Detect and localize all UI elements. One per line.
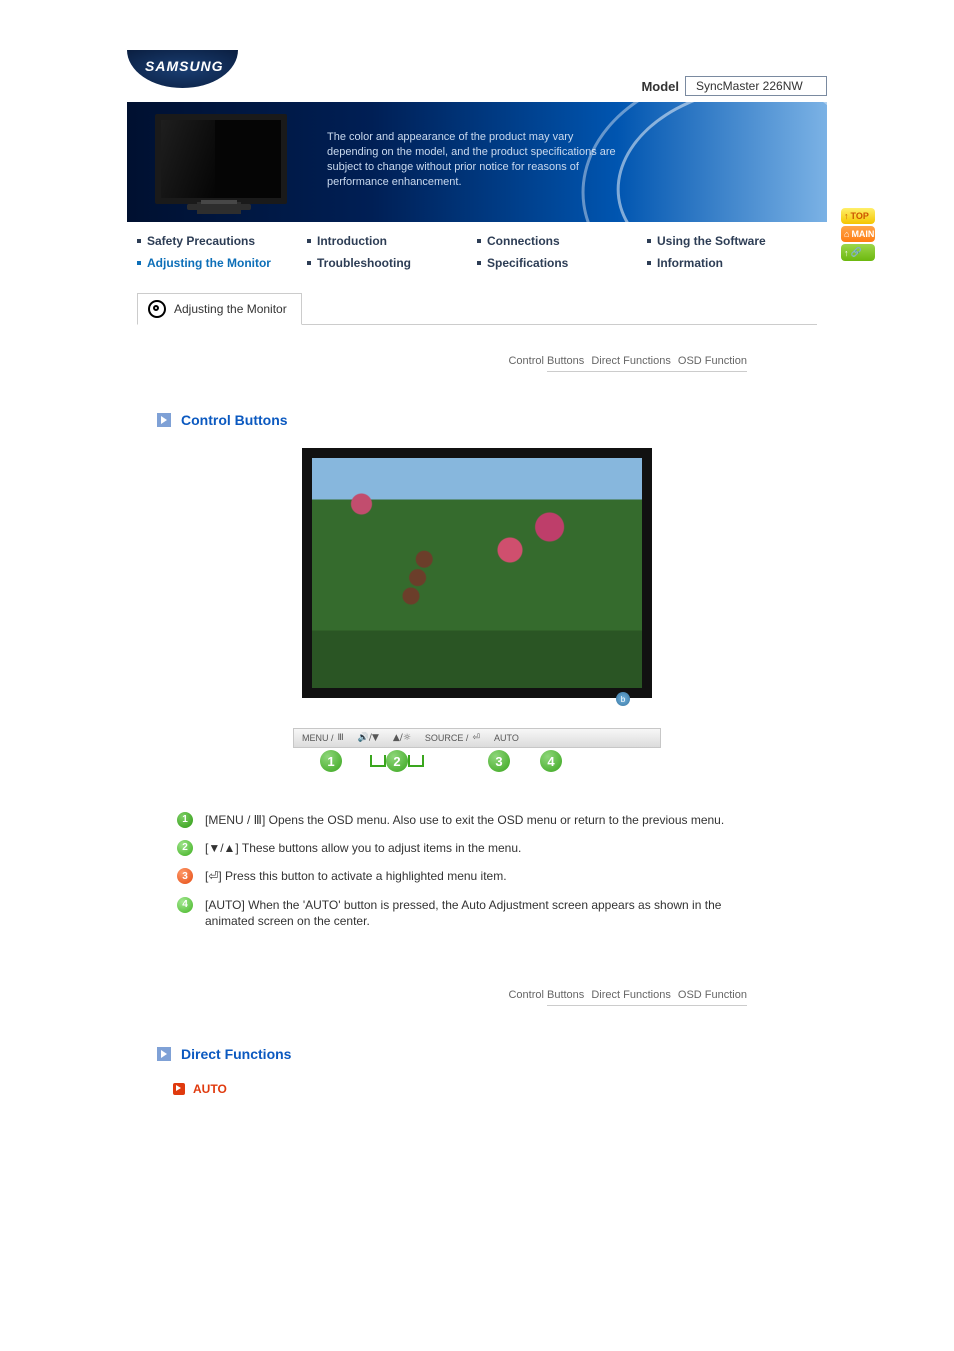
nav-specifications[interactable]: Specifications: [477, 256, 647, 270]
nav-connections[interactable]: Connections: [477, 234, 647, 248]
link-button[interactable]: ↑ 🔗: [841, 244, 875, 261]
btn-source: SOURCE / ⏎: [425, 733, 480, 743]
desc-item-2: 2 [▼/▲] These buttons allow you to adjus…: [177, 840, 767, 856]
anchor-osd-function-2[interactable]: OSD Function: [678, 989, 747, 1001]
callout-1: 1: [320, 750, 342, 772]
desc-num-1: 1: [177, 812, 193, 828]
desc-item-4: 4 [AUTO] When the 'AUTO' button is press…: [177, 897, 767, 929]
monitor-display-image: b: [312, 458, 642, 688]
btn-up: ▲/☼: [393, 733, 411, 743]
section-direct-functions-head: Direct Functions: [157, 1046, 827, 1062]
tab-icon: [148, 300, 166, 318]
tab-label: Adjusting the Monitor: [174, 302, 287, 316]
anchor-links-row-2: Control Buttons Direct Functions OSD Fun…: [127, 989, 747, 1001]
bracket-left: [370, 755, 386, 767]
anchor-underline-2: [547, 1005, 747, 1006]
monitor-screenshot: b: [302, 448, 652, 698]
side-quick-buttons: ↑ TOP ⌂ MAIN ↑ 🔗: [841, 208, 875, 261]
goto-main-button[interactable]: ⌂ MAIN: [841, 226, 875, 242]
desc-num-4: 4: [177, 897, 193, 913]
nav-adjusting[interactable]: Adjusting the Monitor: [137, 256, 307, 270]
speaker-down-icon: 🔊/▼: [358, 733, 379, 743]
callout-4: 4: [540, 750, 562, 772]
main-label: MAIN: [851, 229, 874, 239]
section-bullet-icon: [157, 413, 171, 427]
main-nav: Safety Precautions Introduction Connecti…: [127, 222, 827, 286]
auto-label: AUTO: [494, 733, 519, 743]
monitor-bezel: b: [302, 448, 652, 698]
desc-item-1: 1 [MENU / Ⅲ] Opens the OSD menu. Also us…: [177, 812, 767, 828]
desc-num-3: 3: [177, 868, 193, 884]
model-label: Model: [641, 79, 679, 94]
anchor-control-buttons-2[interactable]: Control Buttons: [508, 989, 584, 1001]
top-label: TOP: [851, 211, 869, 221]
up-bright-icon: ▲/☼: [393, 733, 411, 743]
anchor-osd-function[interactable]: OSD Function: [678, 355, 747, 367]
menu-icon: Ⅲ: [338, 733, 344, 743]
callout-2: 2: [386, 750, 408, 772]
model-selector: Model SyncMaster 226NW: [641, 76, 827, 96]
arrow-up-icon: ↑: [844, 211, 849, 221]
btn-down: 🔊/▼: [358, 733, 379, 743]
btn-auto: AUTO: [494, 733, 519, 743]
nav-introduction[interactable]: Introduction: [307, 234, 477, 248]
model-value-field[interactable]: SyncMaster 226NW: [685, 76, 827, 96]
sub-bullet-icon: [173, 1083, 185, 1095]
monitor-button-bar: MENU / Ⅲ 🔊/▼ ▲/☼ SOURCE / ⏎ AUTO: [293, 728, 661, 748]
section-title: Control Buttons: [181, 412, 288, 428]
nav-troubleshooting[interactable]: Troubleshooting: [307, 256, 477, 270]
desc-text-2: [▼/▲] These buttons allow you to adjust …: [205, 840, 521, 856]
desc-num-2: 2: [177, 840, 193, 856]
anchor-direct-functions-2[interactable]: Direct Functions: [591, 989, 670, 1001]
nav-information[interactable]: Information: [647, 256, 817, 270]
button-number-callouts: 1 2 3 4: [294, 750, 660, 772]
home-icon: ⌂: [844, 229, 849, 239]
menu-label: MENU /: [302, 733, 334, 743]
anchor-direct-functions[interactable]: Direct Functions: [591, 355, 670, 367]
nav-safety[interactable]: Safety Precautions: [137, 234, 307, 248]
section-title-2: Direct Functions: [181, 1046, 291, 1062]
nav-software[interactable]: Using the Software: [647, 234, 817, 248]
goto-top-button[interactable]: ↑ TOP: [841, 208, 875, 224]
source-label: SOURCE /: [425, 733, 469, 743]
callout-3: 3: [488, 750, 510, 772]
btn-menu: MENU / Ⅲ: [302, 733, 344, 743]
desc-text-4: [AUTO] When the 'AUTO' button is pressed…: [205, 897, 767, 929]
tab-bar: Adjusting the Monitor: [137, 292, 817, 325]
enter-icon: ⏎: [472, 733, 480, 743]
subhead-auto: AUTO: [173, 1082, 827, 1096]
desc-item-3: 3 [⏎] Press this button to activate a hi…: [177, 868, 767, 884]
section-control-buttons-head: Control Buttons: [157, 412, 827, 428]
desc-text-3: [⏎] Press this button to activate a high…: [205, 868, 507, 884]
control-descriptions: 1 [MENU / Ⅲ] Opens the OSD menu. Also us…: [177, 812, 767, 929]
sub-title-auto: AUTO: [193, 1082, 227, 1096]
power-led: b: [616, 692, 630, 706]
anchor-control-buttons[interactable]: Control Buttons: [508, 355, 584, 367]
arrow-up-icon: ↑: [844, 248, 849, 258]
bracket-right: [408, 755, 424, 767]
monitor-stand: [201, 200, 237, 204]
product-monitor-image: [155, 114, 287, 204]
desc-text-1: [MENU / Ⅲ] Opens the OSD menu. Also use …: [205, 812, 724, 828]
anchor-links-row: Control Buttons Direct Functions OSD Fun…: [127, 355, 747, 367]
section-bullet-icon-2: [157, 1047, 171, 1061]
hero-banner: The color and appearance of the product …: [127, 102, 827, 222]
link-icon: 🔗: [851, 247, 862, 258]
tab-adjusting-monitor[interactable]: Adjusting the Monitor: [137, 293, 302, 325]
anchor-underline: [547, 371, 747, 372]
brand-logo: SAMSUNG: [127, 50, 238, 88]
